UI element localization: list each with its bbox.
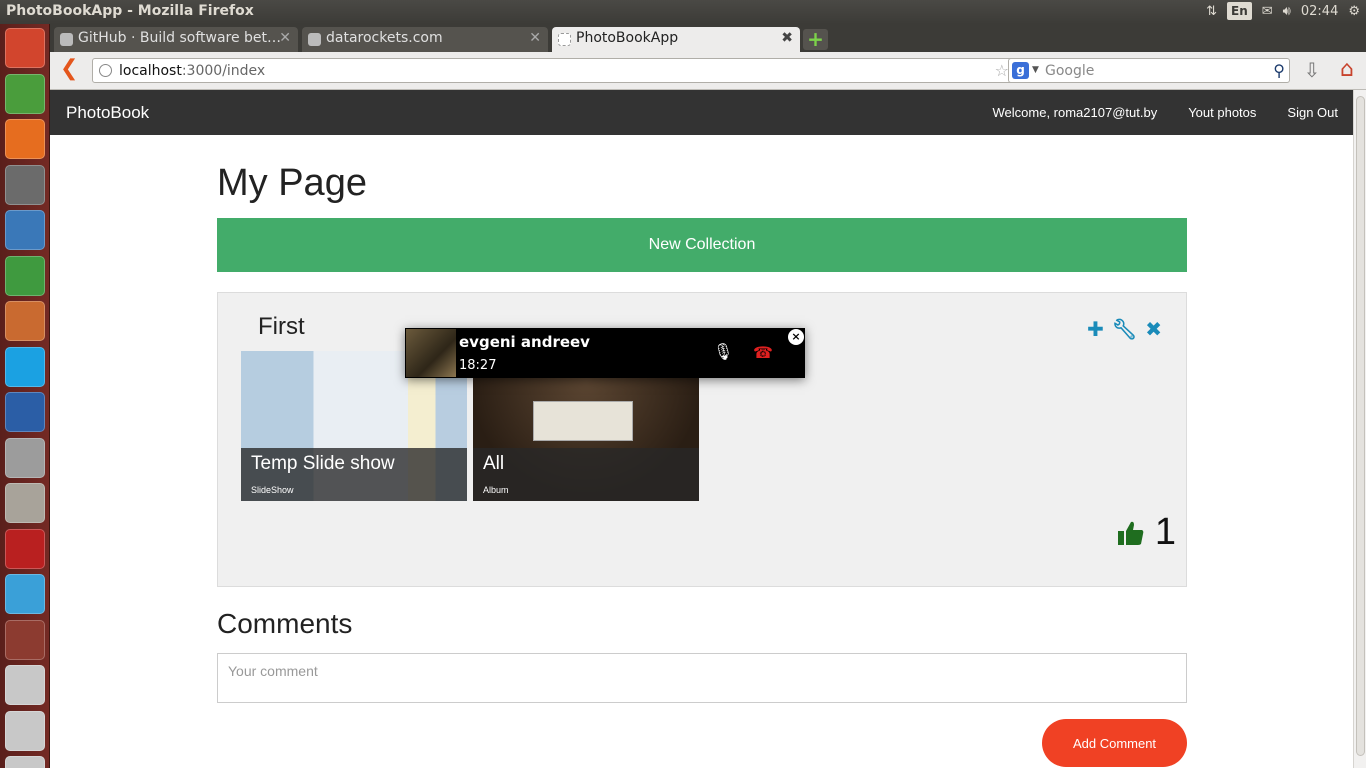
wrench-edit-icon[interactable]: 🔧︎	[1112, 317, 1137, 341]
network-icon[interactable]: ⇅	[1206, 2, 1217, 20]
search-bar[interactable]: g ▼ Google ⚲	[1008, 58, 1290, 83]
ubuntu-dash-icon[interactable]	[5, 28, 45, 68]
thunderbird-icon[interactable]	[5, 392, 45, 432]
close-popup-icon[interactable]: ×	[788, 329, 804, 345]
page-favicon-icon	[308, 33, 321, 46]
volume-icon[interactable]: 🔊︎	[1283, 2, 1291, 20]
site-identity-icon[interactable]	[99, 64, 112, 77]
tab-label: datarockets.com	[326, 30, 443, 46]
brand-link[interactable]: PhotoBook	[66, 103, 149, 123]
search-placeholder: Google	[1045, 63, 1095, 79]
google-search-engine-icon[interactable]: g	[1012, 62, 1029, 79]
bookmark-star-icon[interactable]: ☆	[995, 61, 1009, 80]
your-photos-link[interactable]: Yout photos	[1188, 105, 1256, 120]
tab-github[interactable]: GitHub · Build software bet… ✕	[54, 27, 298, 52]
search-icon[interactable]: ⚲	[1273, 61, 1285, 80]
new-tab-button[interactable]: +	[803, 29, 828, 50]
item-caption: Temp Slide show SlideShow	[241, 448, 467, 501]
nav-links: Welcome, roma2107@tut.by Yout photos Sig…	[993, 105, 1339, 120]
keyboard-language-indicator[interactable]: En	[1227, 2, 1252, 20]
mail-icon[interactable]: ✉	[1262, 2, 1273, 20]
window-title: PhotoBookApp - Mozilla Firefox	[6, 3, 254, 19]
libreoffice-calc-icon[interactable]	[5, 255, 45, 296]
close-tab-icon[interactable]: ✕	[529, 30, 541, 46]
home-icon[interactable]: ⌂	[1334, 57, 1360, 83]
thumbs-up-icon[interactable]	[1117, 520, 1145, 546]
workspace-switcher-icon[interactable]	[5, 619, 45, 660]
tab-photobookapp[interactable]: PhotoBookApp ✖	[552, 27, 800, 52]
url-text[interactable]: localhost:3000/index	[119, 63, 265, 79]
call-notification: evgeni andreev 18:27 🎙︎ ☎ ×	[405, 328, 805, 378]
page-viewport: PhotoBook Welcome, roma2107@tut.by Yout …	[50, 90, 1353, 768]
page-scrollbar[interactable]	[1353, 90, 1366, 768]
browser-toolbar: ❮ localhost:3000/index ☆ ▼ ↻ g ▼ Google …	[50, 52, 1366, 90]
weather-icon[interactable]	[5, 574, 45, 614]
drive-icon[interactable]	[5, 665, 45, 705]
workspace-app-icon[interactable]	[5, 528, 45, 569]
tab-label: GitHub · Build software bet…	[78, 30, 282, 46]
delete-x-icon[interactable]: ✖	[1145, 317, 1162, 341]
item-type: Album	[483, 485, 509, 495]
add-comment-button[interactable]: Add Comment	[1042, 719, 1187, 767]
os-top-panel: PhotoBookApp - Mozilla Firefox ⇅ En ✉ 🔊︎…	[0, 0, 1366, 24]
downloads-arrow-icon[interactable]: ⇩	[1300, 58, 1324, 82]
add-icon[interactable]: ✚	[1087, 317, 1104, 341]
item-type: SlideShow	[251, 485, 294, 495]
page-title: My Page	[217, 162, 367, 204]
collection-actions: ✚ 🔧︎ ✖	[1087, 317, 1162, 341]
comment-input[interactable]	[217, 653, 1187, 703]
page-favicon-icon	[558, 33, 571, 46]
scrollbar-thumb[interactable]	[1356, 96, 1365, 756]
item-title: All	[483, 453, 505, 474]
tab-label: PhotoBookApp	[576, 30, 679, 46]
close-tab-icon[interactable]: ✖	[781, 30, 793, 46]
item-title: Temp Slide show	[251, 453, 395, 474]
tab-datarockets[interactable]: datarockets.com ✕	[302, 27, 548, 52]
libreoffice-impress-icon[interactable]	[5, 301, 45, 341]
skype-icon[interactable]	[5, 346, 45, 387]
hang-up-icon[interactable]: ☎	[753, 343, 773, 362]
clock[interactable]: 02:44	[1301, 2, 1338, 20]
sublime-text-icon[interactable]	[5, 164, 45, 205]
github-favicon-icon	[60, 33, 73, 46]
firefox-icon[interactable]	[5, 119, 45, 159]
panel-indicators: ⇅ En ✉ 🔊︎ 02:44 ⚙	[1206, 2, 1360, 20]
app-navbar: PhotoBook Welcome, roma2107@tut.by Yout …	[50, 90, 1353, 135]
drive-icon-2[interactable]	[5, 710, 45, 751]
back-arrow-icon[interactable]: ❮	[60, 58, 82, 82]
url-bar[interactable]: localhost:3000/index ☆ ▼ ↻	[92, 58, 1050, 83]
files-icon[interactable]	[5, 483, 45, 523]
libreoffice-writer-icon[interactable]	[5, 210, 45, 250]
sign-out-link[interactable]: Sign Out	[1287, 105, 1338, 120]
welcome-user-link[interactable]: Welcome, roma2107@tut.by	[993, 105, 1158, 120]
close-tab-icon[interactable]: ✕	[279, 30, 291, 46]
settings-gear-icon[interactable]: ⚙	[1348, 2, 1360, 20]
tab-bar: GitHub · Build software bet… ✕ datarocke…	[50, 24, 1366, 52]
chrome-icon[interactable]	[5, 73, 45, 114]
like-count: 1	[1154, 511, 1176, 553]
microphone-icon[interactable]: 🎙︎	[713, 342, 733, 361]
call-duration: 18:27	[459, 358, 497, 373]
new-collection-button[interactable]: New Collection	[217, 218, 1187, 272]
trash-icon[interactable]	[5, 756, 45, 768]
system-settings-icon[interactable]	[5, 437, 45, 478]
search-engine-dropdown-icon[interactable]: ▼	[1032, 65, 1039, 75]
caller-avatar	[406, 329, 456, 377]
caller-name: evgeni andreev	[459, 333, 590, 351]
unity-launcher	[0, 24, 50, 768]
likes-area: 1	[1117, 511, 1176, 554]
item-caption: All Album	[473, 448, 699, 501]
collection-title: First	[258, 313, 305, 340]
comments-heading: Comments	[217, 608, 353, 639]
